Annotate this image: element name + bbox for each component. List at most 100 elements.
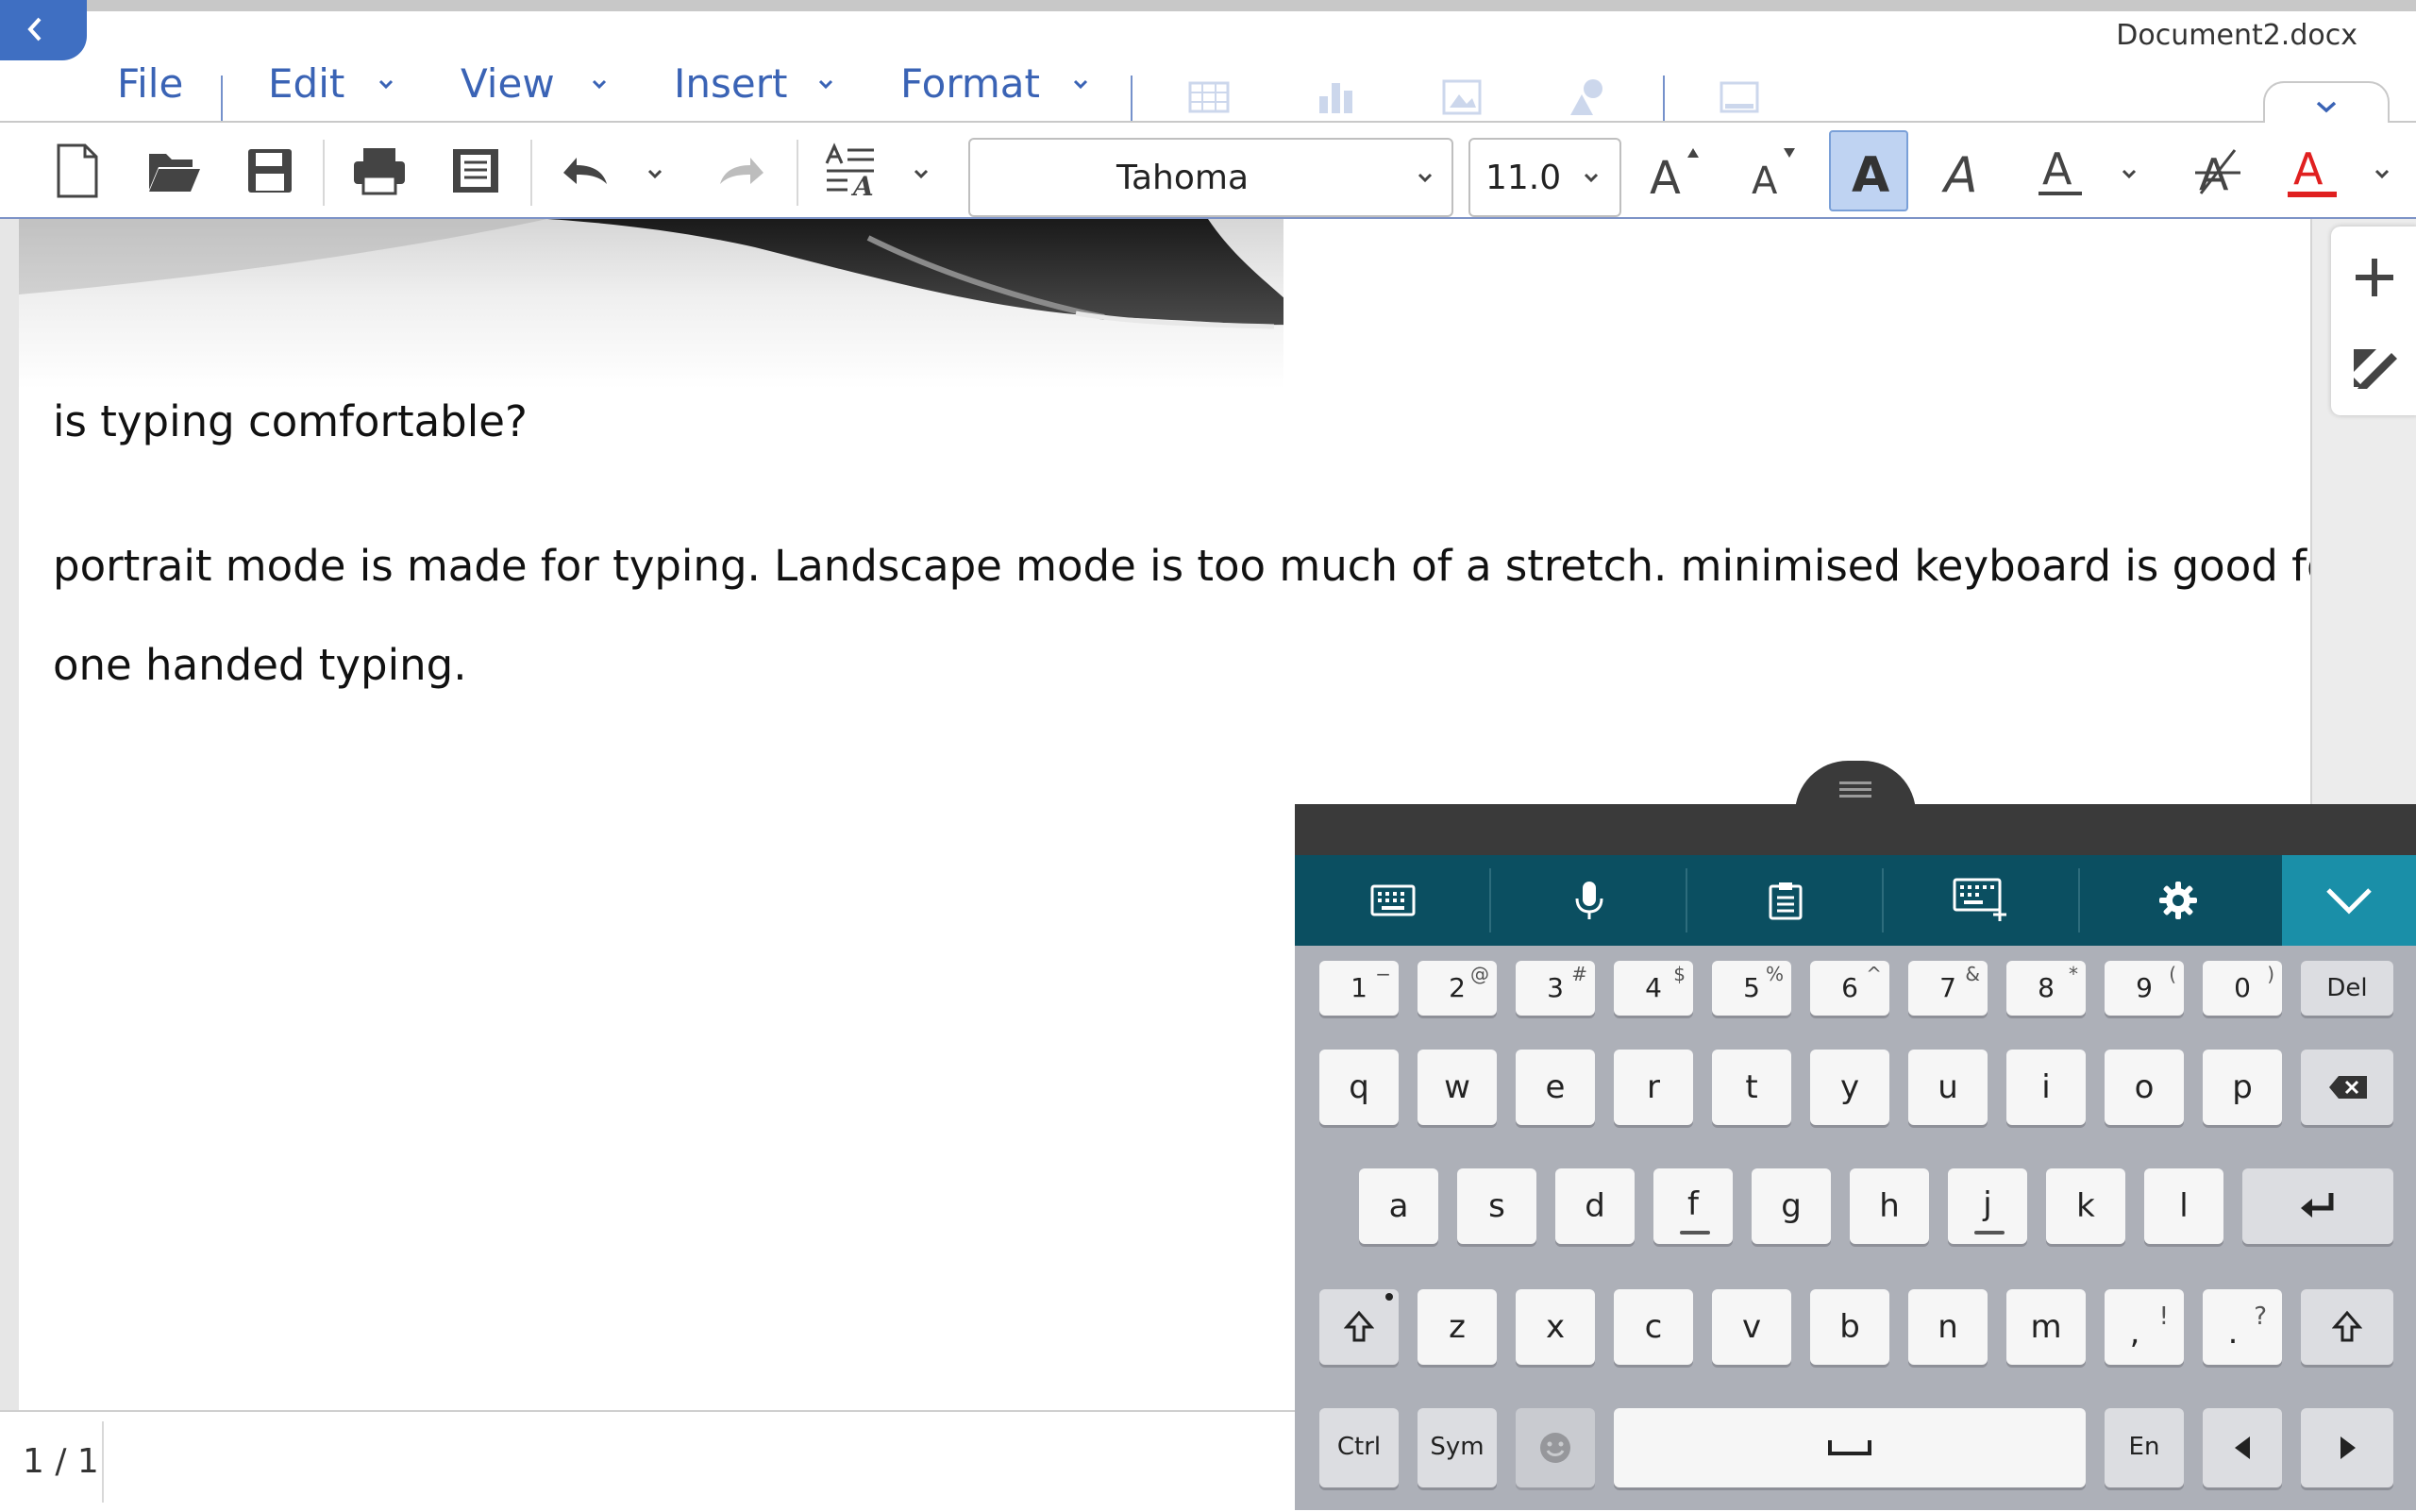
- key-t[interactable]: t: [1712, 1050, 1791, 1125]
- open-button[interactable]: [140, 138, 208, 204]
- keyboard-mode-button[interactable]: [1295, 855, 1491, 946]
- print-button[interactable]: [345, 138, 413, 204]
- key-c[interactable]: c: [1614, 1289, 1693, 1365]
- language-key[interactable]: En: [2105, 1408, 2184, 1487]
- key-2[interactable]: 2 @: [1418, 961, 1497, 1016]
- key-y[interactable]: y: [1810, 1050, 1889, 1125]
- font-size-select[interactable]: 11.0: [1468, 138, 1621, 217]
- key-x[interactable]: x: [1516, 1289, 1595, 1365]
- emoji-key[interactable]: [1516, 1408, 1595, 1487]
- strikethrough-icon: A: [2195, 149, 2240, 199]
- increase-font-size-button[interactable]: A: [1640, 138, 1708, 204]
- key-period[interactable]: .?: [2203, 1289, 2282, 1365]
- zoom-in-button[interactable]: [2344, 247, 2405, 308]
- key-v[interactable]: v: [1712, 1289, 1791, 1365]
- hide-keyboard-button[interactable]: [2282, 855, 2416, 946]
- svg-text:A: A: [1852, 147, 1889, 199]
- chevron-down-icon[interactable]: [2369, 160, 2395, 187]
- redo-icon: [720, 158, 763, 184]
- menu-edit[interactable]: Edit: [268, 60, 344, 108]
- shift-key[interactable]: [1319, 1289, 1399, 1365]
- back-button[interactable]: [0, 0, 87, 60]
- key-0[interactable]: 0): [2203, 961, 2282, 1016]
- chevron-down-icon[interactable]: [372, 70, 400, 98]
- key-p[interactable]: p: [2203, 1050, 2282, 1125]
- quick-actions-panel: [2331, 227, 2416, 415]
- menu-view[interactable]: View: [461, 60, 555, 108]
- redo-button[interactable]: [708, 138, 776, 204]
- chevron-down-icon[interactable]: [642, 160, 668, 187]
- key-m[interactable]: m: [2006, 1289, 2086, 1365]
- chevron-down-icon[interactable]: [812, 70, 840, 98]
- key-r[interactable]: r: [1614, 1050, 1693, 1125]
- chevron-down-icon[interactable]: [908, 160, 934, 187]
- chevron-down-icon[interactable]: [2116, 160, 2142, 187]
- space-bar[interactable]: [1614, 1408, 2086, 1487]
- fountain-pen-image[interactable]: [19, 219, 1284, 389]
- key-5[interactable]: 5%: [1712, 961, 1791, 1016]
- pen-mode-button[interactable]: [2344, 336, 2405, 396]
- undo-button[interactable]: [551, 138, 619, 204]
- key-z[interactable]: z: [1418, 1289, 1497, 1365]
- text-style-button[interactable]: A: [817, 138, 885, 204]
- svg-text:A: A: [1650, 152, 1681, 199]
- key-l[interactable]: l: [2144, 1168, 2223, 1244]
- clipboard-button[interactable]: [1687, 855, 1884, 946]
- key-g[interactable]: g: [1752, 1168, 1831, 1244]
- key-b[interactable]: b: [1810, 1289, 1889, 1365]
- key-comma[interactable]: ,!: [2105, 1289, 2184, 1365]
- new-document-button[interactable]: [43, 138, 111, 204]
- key-w[interactable]: w: [1418, 1050, 1497, 1125]
- key-e[interactable]: e: [1516, 1050, 1595, 1125]
- font-color-button[interactable]: A: [2278, 138, 2346, 204]
- menu-format[interactable]: Format: [900, 60, 1040, 108]
- decrease-font-size-button[interactable]: A: [1738, 138, 1806, 204]
- key-n[interactable]: n: [1908, 1289, 1988, 1365]
- delete-key[interactable]: Del: [2301, 961, 2393, 1016]
- keyboard-resize-button[interactable]: [1884, 855, 2080, 946]
- key-d[interactable]: d: [1555, 1168, 1635, 1244]
- key-4[interactable]: 4 $: [1614, 961, 1693, 1016]
- key-1[interactable]: 1−: [1319, 961, 1399, 1016]
- voice-input-button[interactable]: [1491, 855, 1687, 946]
- cursor-left-key[interactable]: [2203, 1408, 2282, 1487]
- save-button[interactable]: [236, 138, 304, 204]
- microphone-icon: [1575, 882, 1603, 919]
- key-h[interactable]: h: [1850, 1168, 1929, 1244]
- key-s[interactable]: s: [1457, 1168, 1536, 1244]
- backspace-key[interactable]: [2301, 1050, 2393, 1125]
- underline-button[interactable]: A: [2027, 138, 2095, 204]
- keyboard-drag-handle[interactable]: [1795, 761, 1916, 814]
- key-a[interactable]: a: [1359, 1168, 1438, 1244]
- status-separator: [102, 1421, 104, 1503]
- menu-insert[interactable]: Insert: [674, 60, 787, 108]
- shift-key-right[interactable]: [2301, 1289, 2393, 1365]
- key-9[interactable]: 9(: [2105, 961, 2184, 1016]
- key-3[interactable]: 3 #: [1516, 961, 1595, 1016]
- enter-key[interactable]: [2242, 1168, 2393, 1244]
- key-j[interactable]: j: [1948, 1168, 2027, 1244]
- ctrl-key[interactable]: Ctrl: [1319, 1408, 1399, 1487]
- chevron-down-icon[interactable]: [1066, 70, 1095, 98]
- bold-button[interactable]: A: [1829, 130, 1908, 211]
- key-u[interactable]: u: [1908, 1050, 1988, 1125]
- italic-button[interactable]: A: [1929, 138, 1997, 204]
- menu-file[interactable]: File: [117, 60, 183, 108]
- header-footer-icon: [1720, 81, 1759, 113]
- key-7[interactable]: 7 &: [1908, 961, 1988, 1016]
- key-8[interactable]: 8 *: [2006, 961, 2086, 1016]
- page-layout-button[interactable]: [442, 138, 510, 204]
- chevron-down-icon[interactable]: [585, 70, 613, 98]
- key-i[interactable]: i: [2006, 1050, 2086, 1125]
- key-o[interactable]: o: [2105, 1050, 2184, 1125]
- chevron-left-icon: [27, 17, 42, 42]
- key-6[interactable]: 6 ^: [1810, 961, 1889, 1016]
- key-k[interactable]: k: [2046, 1168, 2125, 1244]
- keyboard-settings-button[interactable]: [2080, 855, 2276, 946]
- strikethrough-button[interactable]: A: [2184, 138, 2252, 204]
- cursor-right-key[interactable]: [2301, 1408, 2393, 1487]
- key-q[interactable]: q: [1319, 1050, 1399, 1125]
- key-f[interactable]: f: [1653, 1168, 1733, 1244]
- font-family-select[interactable]: Tahoma: [968, 138, 1453, 217]
- sym-key[interactable]: Sym: [1418, 1408, 1497, 1487]
